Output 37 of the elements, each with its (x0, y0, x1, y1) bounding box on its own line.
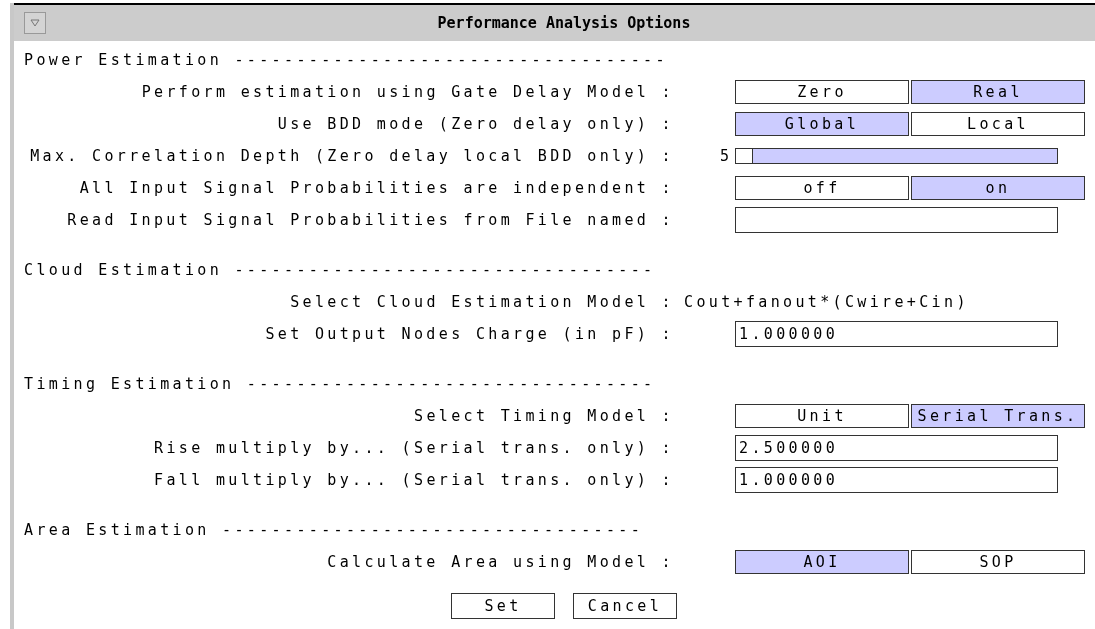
dialog-button[interactable]: Cancel (573, 593, 677, 619)
toggle-option[interactable]: off (735, 176, 909, 200)
toggle-option[interactable]: on (911, 176, 1085, 200)
toggle-option[interactable]: Zero (735, 80, 909, 104)
toggle-option[interactable]: Global (735, 112, 909, 136)
option-label: Set Output Nodes Charge (in pF) : (265, 326, 674, 342)
section-heading: Timing Estimation --------------------------------- (24, 376, 656, 392)
section-heading: Power Estimation ----------------------------------- (24, 52, 668, 68)
toggle-option[interactable]: Real (911, 80, 1085, 104)
input-field[interactable]: 2.500000 (735, 435, 1058, 461)
option-label: Rise multiply by... (Serial trans. only) : (154, 440, 674, 456)
option-value: Cout+fanout*(Cwire+Cin) (684, 294, 969, 310)
option-label: Perform estimation using Gate Delay Model : (141, 84, 674, 100)
option-label: All Input Signal Probabilities are independent : (79, 180, 674, 196)
option-label: Read Input Signal Probabilities from File named : (67, 212, 674, 228)
toggle-option[interactable]: Serial Trans. (911, 404, 1085, 428)
option-label: Select Timing Model : (414, 408, 674, 424)
section-heading: Cloud Estimation ---------------------------------- (24, 262, 656, 278)
option-label: Fall multiply by... (Serial trans. only) : (154, 472, 674, 488)
option-label: Select Cloud Estimation Model : (290, 294, 674, 310)
option-label: Use BDD mode (Zero delay only) : (277, 116, 674, 132)
slider-track[interactable] (735, 148, 1058, 164)
toggle-option[interactable]: SOP (911, 550, 1085, 574)
input-field[interactable] (735, 207, 1058, 233)
input-field[interactable]: 1.000000 (735, 321, 1058, 347)
input-field[interactable]: 1.000000 (735, 467, 1058, 493)
toggle-option[interactable]: Local (911, 112, 1085, 136)
toggle-option[interactable]: Unit (735, 404, 909, 428)
window-title: Performance Analysis Options (436, 12, 692, 34)
section-heading: Area Estimation ---------------------------------- (24, 522, 644, 538)
triangle-icon (30, 19, 40, 27)
toggle-option[interactable]: AOI (735, 550, 909, 574)
slider-thumb[interactable] (735, 148, 753, 164)
slider-value: 5 (720, 148, 734, 164)
option-label: Max. Correlation Depth (Zero delay local BDD only) : (30, 148, 674, 164)
dialog-button[interactable]: Set (451, 593, 555, 619)
option-label: Calculate Area using Model : (327, 554, 674, 570)
